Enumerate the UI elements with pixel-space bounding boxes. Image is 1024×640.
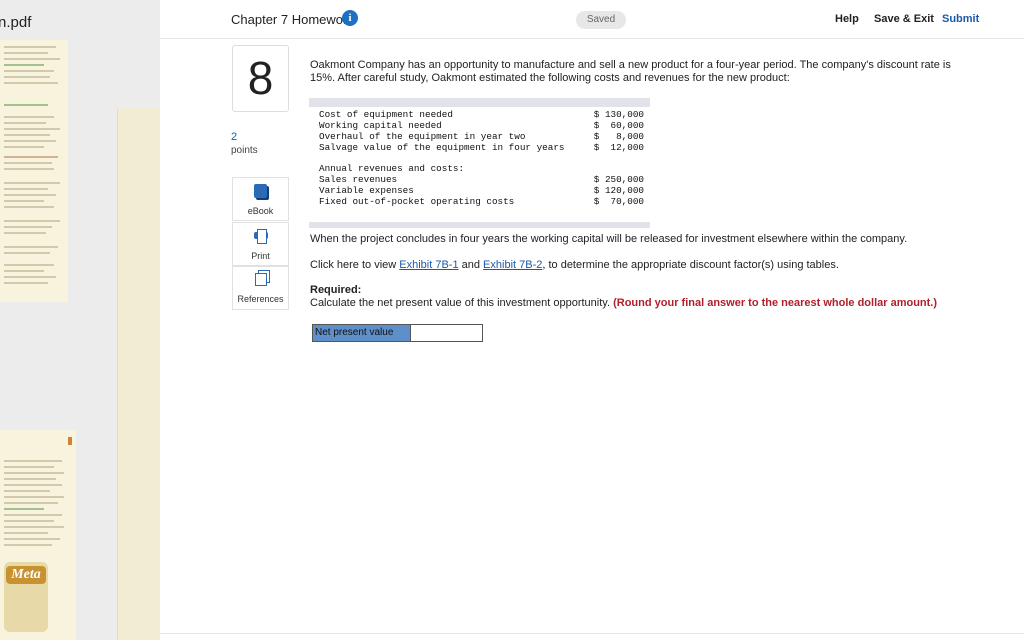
problem-intro: Oakmont Company has an opportunity to ma…	[310, 59, 951, 84]
table-row: Sales revenues $ 250,000	[319, 174, 644, 185]
table-row: Overhaul of the equipment in year two $ 8…	[319, 131, 644, 142]
homework-app: Chapter 7 Homework i Saved Help Save & E…	[160, 0, 1024, 640]
meta-logo: Meta	[4, 562, 48, 632]
working-capital-note: When the project concludes in four years…	[310, 233, 908, 245]
top-bar: Chapter 7 Homework i Saved Help Save & E…	[160, 0, 1024, 39]
exhibit-instructions: Click here to view Exhibit 7B-1 and Exhi…	[310, 259, 839, 271]
help-button[interactable]: Help	[835, 13, 859, 25]
save-exit-button[interactable]: Save & Exit	[874, 13, 934, 25]
info-icon[interactable]: i	[342, 10, 358, 26]
points-value: 2	[231, 131, 238, 143]
print-label: Print	[251, 251, 270, 261]
pdf-page-edge	[117, 108, 160, 640]
npv-answer-row: Net present value	[312, 324, 483, 342]
references-button[interactable]: References	[232, 266, 289, 310]
book-icon	[254, 184, 267, 198]
ebook-button[interactable]: eBook	[232, 177, 289, 221]
table-row: Working capital needed $ 60,000	[319, 120, 644, 131]
saved-status-badge: Saved	[576, 11, 626, 29]
documents-icon	[254, 273, 267, 286]
printer-icon	[253, 229, 269, 244]
exhibit-7b2-link[interactable]: Exhibit 7B-2	[483, 259, 542, 271]
npv-input[interactable]	[410, 325, 482, 341]
question-number-box: 8	[232, 45, 289, 112]
table-row: Fixed out-of-pocket operating costs $ 70,…	[319, 196, 644, 207]
question-number: 8	[247, 52, 274, 104]
instruction-text: Calculate the net present value of this …	[310, 297, 938, 309]
table-row: Salvage value of the equipment in four y…	[319, 142, 644, 153]
table-row: Cost of equipment needed $ 130,000	[319, 109, 644, 120]
points-label: points	[231, 145, 258, 156]
bookmark-marker	[68, 437, 72, 445]
pdf-file-title: n.pdf	[0, 14, 32, 31]
pdf-page-thumbnail[interactable]	[0, 40, 68, 302]
rounding-note: (Round your final answer to the nearest …	[613, 297, 938, 309]
print-button[interactable]: Print	[232, 222, 289, 266]
exhibit-7b1-link[interactable]: Exhibit 7B-1	[399, 259, 458, 271]
submit-button[interactable]: Submit	[942, 13, 979, 25]
cost-revenue-table: Cost of equipment needed $ 130,000 Workin…	[309, 98, 650, 228]
required-label: Required:	[310, 284, 362, 296]
pdf-viewer-window: n.pdf Meta	[0, 0, 161, 640]
npv-label: Net present value	[313, 325, 410, 341]
table-section-header: Annual revenues and costs:	[319, 163, 465, 174]
footer-divider	[160, 633, 1024, 634]
references-label: References	[237, 294, 284, 304]
ebook-label: eBook	[247, 206, 274, 216]
chapter-title: Chapter 7 Homework	[231, 12, 354, 27]
table-row: Variable expenses $ 120,000	[319, 185, 644, 196]
